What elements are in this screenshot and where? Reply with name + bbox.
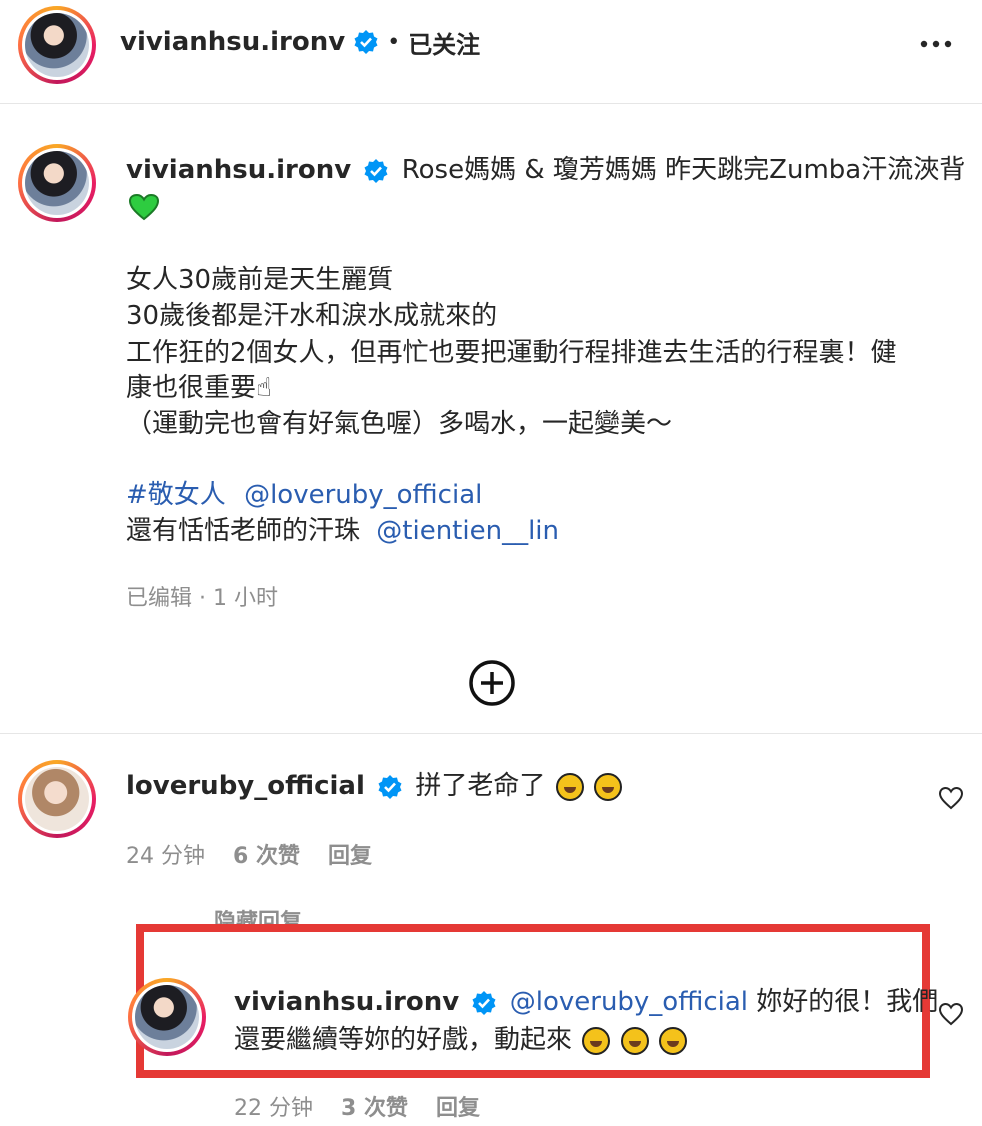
header-divider — [0, 103, 982, 104]
reply-likes[interactable]: 3 次赞 — [341, 1090, 408, 1122]
reply-line-1: vivianhsu.ironv @loveruby_official 妳好的很！… — [234, 984, 938, 1020]
caption-last-text: 還有恬恬老師的汗珠 — [126, 516, 361, 546]
caption-last-line: 還有恬恬老師的汗珠 @tientien__lin — [126, 513, 559, 549]
header-separator: • — [387, 29, 401, 55]
comment1-line: loveruby_official 拼了老命了 — [126, 768, 622, 804]
comment1-time: 24 分钟 — [126, 844, 205, 869]
comment1-likes[interactable]: 6 次赞 — [233, 838, 300, 870]
comments-divider — [0, 733, 982, 734]
mention-tientien-link[interactable]: @tientien__lin — [376, 516, 559, 546]
verified-badge-icon — [472, 990, 496, 1015]
more-horizontal-icon[interactable] — [918, 34, 954, 54]
reply-reply-button[interactable]: 回复 — [436, 1090, 480, 1122]
reply-avatar[interactable] — [128, 978, 206, 1056]
comment1-avatar[interactable] — [18, 760, 96, 838]
comment1-like-heart-icon[interactable] — [938, 786, 964, 810]
reply-time: 22 分钟 — [234, 1096, 313, 1121]
verified-badge-icon — [354, 30, 378, 54]
caption-line-2: 30歲後都是汗水和淚水成就來的 — [126, 301, 498, 331]
header-username-row: vivianhsu.ironv • 已关注 — [120, 24, 480, 60]
laughing-emoji-icon — [582, 1026, 611, 1055]
laughing-emoji-icon — [658, 1026, 687, 1055]
green-heart-icon — [128, 193, 160, 221]
post-username[interactable]: vivianhsu.ironv — [126, 155, 351, 185]
post-meta: 已编辑 · 1 小时 — [126, 586, 278, 611]
follow-status-button[interactable]: 已关注 — [408, 25, 480, 60]
caption-line-1: 女人30歲前是天生麗質 — [126, 265, 394, 295]
verified-badge-icon — [364, 158, 388, 183]
caption-line-4: 康也很重要☝ — [126, 373, 272, 403]
add-circle-icon[interactable] — [467, 658, 517, 708]
comment1-username[interactable]: loveruby_official — [126, 771, 365, 801]
mention-loveruby-link[interactable]: @loveruby_official — [244, 480, 482, 510]
laughing-emoji-icon — [620, 1026, 649, 1055]
reply-like-heart-icon[interactable] — [938, 1002, 964, 1026]
caption-first-line: vivianhsu.ironv Rose媽媽 & 瓊芳媽媽 昨天跳完Zumba汗… — [126, 152, 965, 188]
reply-text-second: 還要繼續等妳的好戲，動起來 — [234, 1025, 573, 1055]
reply-mention-link[interactable]: @loveruby_official — [510, 987, 748, 1017]
header-username[interactable]: vivianhsu.ironv — [120, 27, 345, 57]
verified-badge-icon — [378, 774, 402, 799]
hashtag-link[interactable]: #敬女人 — [126, 480, 226, 510]
reply-text-first: 妳好的很！我們 — [756, 987, 939, 1017]
laughing-emoji-icon — [593, 772, 622, 801]
reply-meta: 22 分钟 3 次赞 回复 — [234, 1090, 480, 1122]
laughing-emoji-icon — [555, 772, 584, 801]
caption-line-5: （運動完也會有好氣色喔）多喝水，一起變美～ — [126, 409, 673, 439]
reply-username[interactable]: vivianhsu.ironv — [234, 987, 459, 1017]
caption-line-3: 工作狂的2個女人，但再忙也要把運動行程排進去生活的行程裏！健 — [126, 338, 897, 368]
post-avatar[interactable] — [18, 144, 96, 222]
reply-line-2: 還要繼續等妳的好戲，動起來 — [234, 1022, 687, 1058]
caption-tags-line: #敬女人 @loveruby_official — [126, 477, 482, 513]
header-avatar[interactable] — [18, 6, 96, 84]
comment1-text: 拼了老命了 — [415, 771, 546, 801]
caption-text: Rose媽媽 & 瓊芳媽媽 昨天跳完Zumba汗流浹背 — [401, 155, 966, 185]
comment1-meta: 24 分钟 6 次赞 回复 — [126, 838, 372, 870]
comment1-reply-button[interactable]: 回复 — [328, 838, 372, 870]
